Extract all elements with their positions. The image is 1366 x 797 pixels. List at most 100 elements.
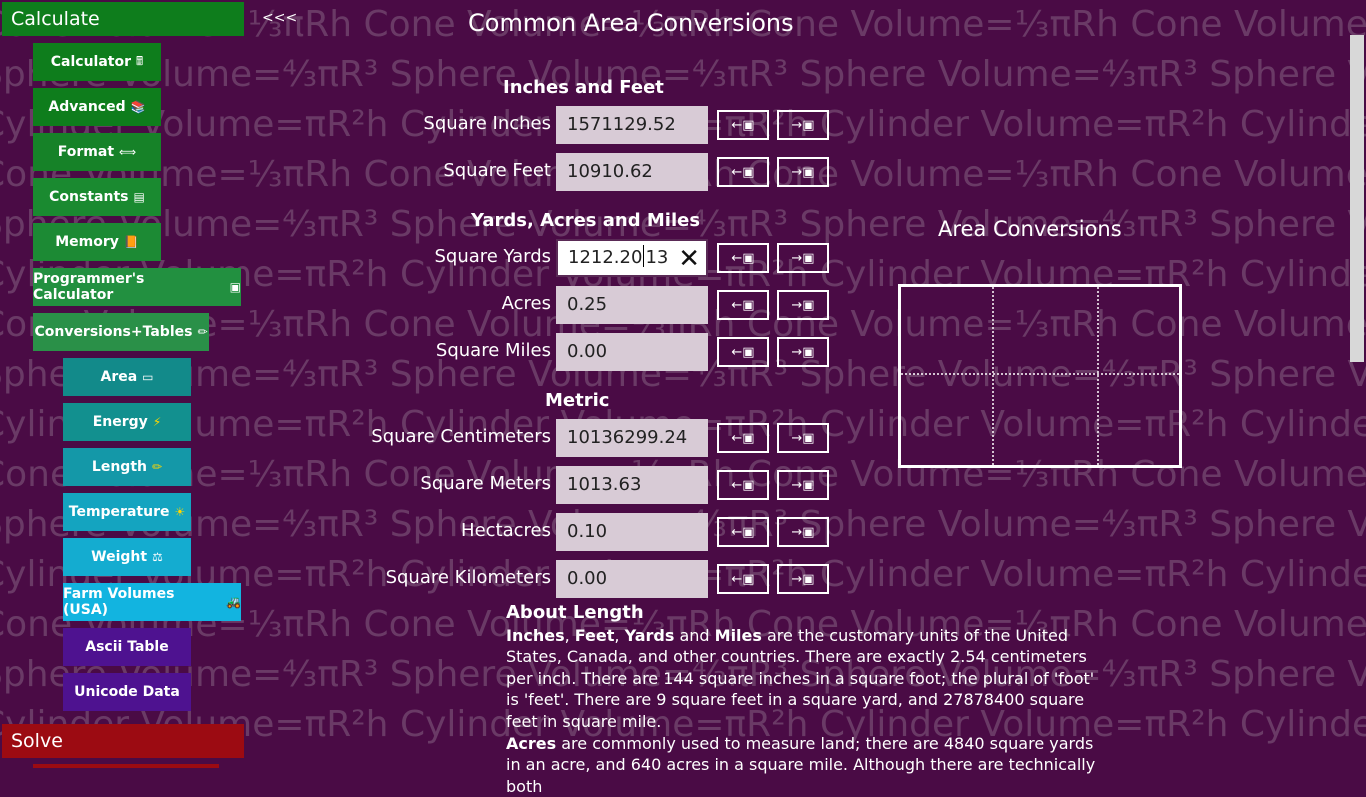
nav-label: Memory bbox=[55, 234, 119, 250]
nav-unicode-data-button[interactable]: Unicode Data bbox=[63, 673, 191, 711]
clear-icon[interactable]: ✕ bbox=[678, 242, 700, 276]
nav-weight-button[interactable]: Weight ⚖ bbox=[63, 538, 191, 576]
square-meters-field[interactable]: 1013.63 bbox=[556, 466, 708, 504]
label-hectacres: Hectacres bbox=[461, 520, 551, 541]
table-icon: ▤ bbox=[133, 190, 145, 204]
nav-farm-volumes-button[interactable]: Farm Volumes (USA) 🚜 bbox=[63, 583, 241, 621]
solve-header[interactable]: Solve bbox=[2, 724, 244, 758]
chip-icon: ▣ bbox=[229, 280, 241, 294]
square-yards-copy-out-button[interactable]: →▣ bbox=[777, 243, 829, 273]
rectangle-icon: ▭ bbox=[142, 370, 154, 384]
hectacres-field[interactable]: 0.10 bbox=[556, 513, 708, 551]
square-centimeters-field[interactable]: 10136299.24 bbox=[556, 419, 708, 457]
calculator-icon: 🖩 bbox=[136, 53, 144, 68]
hectacres-copy-out-button[interactable]: →▣ bbox=[777, 517, 829, 547]
square-inches-copy-out-button[interactable]: →▣ bbox=[777, 110, 829, 140]
nav-advanced-button[interactable]: Advanced 📚 bbox=[33, 88, 161, 126]
square-kilometers-copy-in-button[interactable]: ←▣ bbox=[717, 564, 769, 594]
about-text: and bbox=[674, 625, 715, 645]
square-yards-text-before: 1212.20 bbox=[568, 247, 643, 268]
sun-icon: ☀ bbox=[174, 505, 186, 519]
about-text: , bbox=[564, 625, 575, 645]
square-miles-copy-out-button[interactable]: →▣ bbox=[777, 337, 829, 367]
about-term: Acres bbox=[506, 733, 557, 753]
square-miles-field[interactable]: 0.00 bbox=[556, 333, 708, 371]
about-text: are commonly used to measure land; there… bbox=[506, 733, 1096, 796]
label-acres: Acres bbox=[501, 293, 551, 314]
square-centimeters-copy-out-button[interactable]: →▣ bbox=[777, 423, 829, 453]
nav-label: Calculator bbox=[50, 54, 132, 70]
nav-constants-button[interactable]: Constants ▤ bbox=[33, 178, 161, 216]
nav-area-button[interactable]: Area ▭ bbox=[63, 358, 191, 396]
about-paragraph-1: Inches, Feet, Yards and Miles are the cu… bbox=[506, 625, 1106, 733]
nav-programmers-calculator-button[interactable]: Programmer's Calculator ▣ bbox=[33, 268, 241, 306]
acres-copy-out-button[interactable]: →▣ bbox=[777, 290, 829, 320]
nav-label: Area bbox=[100, 369, 138, 385]
tractor-icon: 🚜 bbox=[226, 595, 241, 609]
book-icon: 📙 bbox=[123, 235, 139, 249]
about-paragraph-2: Acres are commonly used to measure land;… bbox=[506, 733, 1106, 797]
label-square-kilometers: Square Kilometers bbox=[385, 567, 551, 588]
section-title-metric: Metric bbox=[545, 390, 610, 411]
square-yards-field[interactable]: 1212.20 13 ✕ bbox=[556, 239, 708, 277]
nav-label: Unicode Data bbox=[74, 684, 180, 700]
square-feet-field[interactable]: 10910.62 bbox=[556, 153, 708, 191]
label-square-inches: Square Inches bbox=[423, 113, 551, 134]
nav-calculator-button[interactable]: Calculator 🖩 bbox=[33, 43, 161, 81]
nav-label: Conversions+Tables bbox=[34, 324, 193, 340]
label-square-yards: Square Yards bbox=[434, 246, 551, 267]
nav-label: Weight bbox=[91, 549, 148, 565]
square-meters-copy-in-button[interactable]: ←▣ bbox=[717, 470, 769, 500]
nav-energy-button[interactable]: Energy ⚡ bbox=[63, 403, 191, 441]
lightning-icon: ⚡ bbox=[152, 415, 162, 429]
hectacres-copy-in-button[interactable]: ←▣ bbox=[717, 517, 769, 547]
square-feet-copy-in-button[interactable]: ←▣ bbox=[717, 157, 769, 187]
nav-temperature-button[interactable]: Temperature ☀ bbox=[63, 493, 191, 531]
nav-label: Temperature bbox=[68, 504, 170, 520]
square-kilometers-field[interactable]: 0.00 bbox=[556, 560, 708, 598]
solve-next-item[interactable] bbox=[33, 764, 219, 768]
nav-length-button[interactable]: Length ✏ bbox=[63, 448, 191, 486]
about-term: Feet bbox=[574, 625, 615, 645]
acres-field[interactable]: 0.25 bbox=[556, 286, 708, 324]
square-kilometers-copy-out-button[interactable]: →▣ bbox=[777, 564, 829, 594]
square-yards-copy-in-button[interactable]: ←▣ bbox=[717, 243, 769, 273]
section-title-inches-feet: Inches and Feet bbox=[503, 77, 664, 98]
pencil-icon: ✏ bbox=[197, 325, 208, 339]
books-icon: 📚 bbox=[130, 100, 146, 114]
about-text: , bbox=[614, 625, 625, 645]
label-square-centimeters: Square Centimeters bbox=[371, 426, 551, 447]
nav-ascii-table-button[interactable]: Ascii Table bbox=[63, 628, 191, 666]
about-term: Miles bbox=[714, 625, 762, 645]
area-grid-diagram bbox=[898, 284, 1182, 468]
nav-label: Programmer's Calculator bbox=[33, 271, 145, 303]
nav-label: Format bbox=[57, 144, 115, 160]
about-term: Yards bbox=[624, 625, 675, 645]
square-centimeters-copy-in-button[interactable]: ←▣ bbox=[717, 423, 769, 453]
page-scrollbar[interactable] bbox=[1350, 35, 1364, 362]
pencil-icon: ✏ bbox=[152, 460, 163, 474]
watermark-line: Sphere Volume=⁴⁄₃πR³ Sphere Volume=⁴⁄₃πR… bbox=[0, 54, 1366, 95]
about-term: Inches bbox=[506, 625, 565, 645]
nav-label: Farm Volumes (USA) bbox=[63, 586, 175, 618]
nav-format-button[interactable]: Format ⟺ bbox=[33, 133, 161, 171]
nav-label: Constants bbox=[49, 189, 129, 205]
collapse-menu-button[interactable]: <<< bbox=[262, 10, 297, 26]
nav-label: Energy bbox=[92, 414, 148, 430]
label-square-meters: Square Meters bbox=[420, 473, 551, 494]
grid-outer-border bbox=[898, 284, 1182, 468]
acres-copy-in-button[interactable]: ←▣ bbox=[717, 290, 769, 320]
nav-label: Length bbox=[91, 459, 147, 475]
square-inches-copy-in-button[interactable]: ←▣ bbox=[717, 110, 769, 140]
square-meters-copy-out-button[interactable]: →▣ bbox=[777, 470, 829, 500]
label-square-miles: Square Miles bbox=[435, 340, 551, 361]
nav-conversions-tables-button[interactable]: Conversions+Tables ✏ bbox=[33, 313, 209, 351]
calculate-header[interactable]: Calculate bbox=[2, 2, 244, 36]
section-title-yards-acres-miles: Yards, Acres and Miles bbox=[471, 210, 701, 231]
square-feet-copy-out-button[interactable]: →▣ bbox=[777, 157, 829, 187]
nav-memory-button[interactable]: Memory 📙 bbox=[33, 223, 161, 261]
square-yards-text-after: 13 bbox=[645, 247, 669, 268]
square-inches-field[interactable]: 1571129.52 bbox=[556, 106, 708, 144]
page-title: Common Area Conversions bbox=[468, 9, 794, 37]
square-miles-copy-in-button[interactable]: ←▣ bbox=[717, 337, 769, 367]
